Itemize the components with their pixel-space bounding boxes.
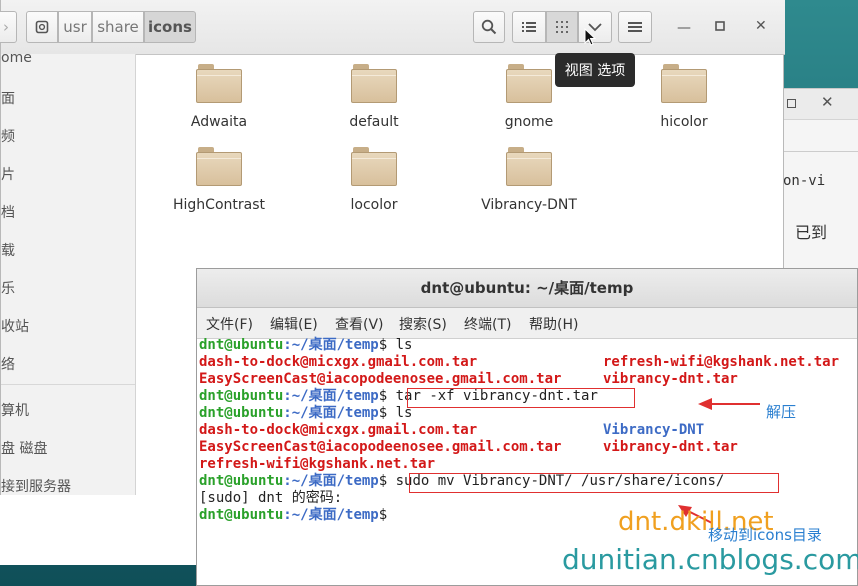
folder-icon[interactable] bbox=[661, 64, 707, 104]
menu-edit[interactable]: 编辑(E) bbox=[270, 314, 318, 334]
list-view-icon bbox=[522, 22, 536, 32]
terminal-menubar: 文件(F) 编辑(E) 查看(V) 搜索(S) 终端(T) 帮助(H) bbox=[197, 308, 857, 339]
terminal-line: dnt@ubuntu:~/桌面/temp$ bbox=[199, 507, 388, 523]
background-panel bbox=[0, 495, 200, 565]
sidebar-divider bbox=[1, 384, 135, 385]
menu-button[interactable] bbox=[618, 11, 652, 43]
folder-icon[interactable] bbox=[506, 147, 552, 187]
maximize-button[interactable] bbox=[715, 19, 725, 35]
prompt-path: :~/桌面/temp bbox=[283, 337, 379, 353]
minimize-icon: — bbox=[677, 20, 691, 36]
list-view-button[interactable] bbox=[512, 11, 546, 43]
output-line: vibrancy-dnt.tar bbox=[603, 371, 738, 387]
sidebar-item-computer[interactable]: 算机 bbox=[1, 400, 29, 420]
sidebar-item-disk[interactable]: 盘 磁盘 bbox=[1, 438, 47, 458]
prompt-path: :~/桌面/temp bbox=[283, 473, 379, 489]
grid-view-button[interactable] bbox=[546, 11, 578, 43]
sidebar-item-trash[interactable]: 收站 bbox=[1, 316, 29, 336]
divider bbox=[783, 151, 858, 152]
highlight-box-move bbox=[409, 473, 779, 493]
mouse-cursor-icon bbox=[584, 28, 596, 46]
terminal-line: dnt@ubuntu:~/桌面/temp$ ls bbox=[199, 337, 413, 353]
folder-label-default[interactable]: default bbox=[304, 114, 444, 130]
sudo-password-prompt: [sudo] dnt 的密码: bbox=[199, 490, 343, 506]
breadcrumb-icons[interactable]: icons bbox=[144, 11, 196, 43]
grid-view-icon bbox=[556, 21, 568, 33]
sidebar-item-desktop[interactable]: 面 bbox=[1, 88, 15, 108]
maximize-icon bbox=[715, 21, 725, 31]
menu-file[interactable]: 文件(F) bbox=[206, 314, 253, 334]
header-bar: › usr share icons — ✕ bbox=[0, 0, 785, 55]
sidebar-item-pictures[interactable]: 片 bbox=[1, 164, 15, 184]
prompt-path: :~/桌面/temp bbox=[283, 388, 379, 404]
output-line: EasyScreenCast@iacopodeenosee.gmail.com.… bbox=[199, 439, 562, 455]
back-button[interactable]: › bbox=[0, 11, 17, 43]
output-line: refresh-wifi@kgshank.net.tar bbox=[603, 354, 840, 370]
output-line: dash-to-dock@micxgx.gmail.com.tar bbox=[199, 422, 478, 438]
close-icon[interactable]: ✕ bbox=[821, 93, 834, 111]
output-line: vibrancy-dnt.tar bbox=[603, 439, 738, 455]
background-window-titlebar[interactable]: ✕ bbox=[777, 89, 858, 120]
command-text: ls bbox=[387, 337, 413, 353]
folder-label-locolor[interactable]: locolor bbox=[304, 197, 444, 213]
output-line: refresh-wifi@kgshank.net.tar bbox=[199, 456, 436, 472]
sidebar-item-videos[interactable]: 频 bbox=[1, 126, 15, 146]
background-window-text: 已到 bbox=[795, 223, 828, 242]
search-button[interactable] bbox=[473, 11, 505, 43]
annotation-extract: 解压 bbox=[766, 403, 797, 421]
prompt-path: :~/桌面/temp bbox=[283, 507, 379, 523]
sidebar-item-downloads[interactable]: 载 bbox=[1, 240, 15, 260]
terminal-line: dnt@ubuntu:~/桌面/temp$ ls bbox=[199, 405, 413, 421]
breadcrumb-usr[interactable]: usr bbox=[58, 11, 92, 43]
folder-label-hicolor[interactable]: hicolor bbox=[614, 114, 754, 130]
close-button[interactable]: ✕ bbox=[755, 18, 767, 34]
sidebar-item-connect-server[interactable]: 接到服务器 bbox=[1, 476, 71, 496]
folder-label-highcontrast[interactable]: HighContrast bbox=[149, 197, 289, 213]
folder-label-adwaita[interactable]: Adwaita bbox=[149, 114, 289, 130]
prompt-user: dnt@ubuntu bbox=[199, 405, 284, 421]
menu-terminal[interactable]: 终端(T) bbox=[464, 314, 511, 334]
prompt-user: dnt@ubuntu bbox=[199, 337, 284, 353]
location-toggle-button[interactable] bbox=[26, 11, 58, 43]
hamburger-menu-icon bbox=[628, 22, 642, 32]
view-options-tooltip: 视图 选项 bbox=[555, 53, 635, 87]
prompt-user: dnt@ubuntu bbox=[199, 507, 284, 523]
menu-search[interactable]: 搜索(S) bbox=[399, 314, 447, 334]
sidebar: ome 面 频 片 档 载 乐 收站 络 算机 盘 磁盘 接到服务器 bbox=[1, 50, 136, 500]
annotation-move: 移动到icons目录 bbox=[708, 526, 822, 544]
folder-icon[interactable] bbox=[196, 147, 242, 187]
folder-label-vibrancy-dnt[interactable]: Vibrancy-DNT bbox=[459, 197, 599, 213]
terminal-title: dnt@ubuntu: ~/桌面/temp bbox=[197, 269, 857, 308]
prompt-user: dnt@ubuntu bbox=[199, 388, 284, 404]
highlight-box-extract bbox=[407, 388, 635, 408]
search-icon bbox=[481, 19, 497, 35]
sidebar-item-network[interactable]: 络 bbox=[1, 354, 15, 374]
maximize-icon[interactable] bbox=[787, 99, 796, 108]
output-line: Vibrancy-DNT bbox=[603, 422, 705, 438]
background-window-text: on-vi bbox=[783, 173, 826, 189]
prompt-user: dnt@ubuntu bbox=[199, 473, 284, 489]
sidebar-item-home[interactable]: ome bbox=[1, 50, 32, 66]
folder-icon[interactable] bbox=[351, 64, 397, 104]
menu-view[interactable]: 查看(V) bbox=[335, 314, 384, 334]
chevron-right-icon: › bbox=[3, 18, 9, 36]
folder-icon[interactable] bbox=[506, 64, 552, 104]
arrow-icon bbox=[698, 398, 760, 410]
minimize-button[interactable]: — bbox=[677, 20, 691, 36]
sidebar-item-music[interactable]: 乐 bbox=[1, 278, 15, 298]
output-line: EasyScreenCast@iacopodeenosee.gmail.com.… bbox=[199, 371, 562, 387]
background-window[interactable]: ✕ on-vi 已到 bbox=[776, 88, 858, 275]
folder-icon[interactable] bbox=[351, 147, 397, 187]
breadcrumb-share[interactable]: share bbox=[92, 11, 144, 43]
watermark-cnblogs: dunitian.cnblogs.com bbox=[562, 543, 858, 576]
location-icon bbox=[35, 20, 49, 34]
sidebar-item-documents[interactable]: 档 bbox=[1, 202, 15, 222]
close-icon: ✕ bbox=[755, 18, 767, 34]
folder-icon[interactable] bbox=[196, 64, 242, 104]
folder-label-gnome[interactable]: gnome bbox=[459, 114, 599, 130]
prompt-path: :~/桌面/temp bbox=[283, 405, 379, 421]
menu-help[interactable]: 帮助(H) bbox=[529, 314, 578, 334]
output-line: dash-to-dock@micxgx.gmail.com.tar bbox=[199, 354, 478, 370]
